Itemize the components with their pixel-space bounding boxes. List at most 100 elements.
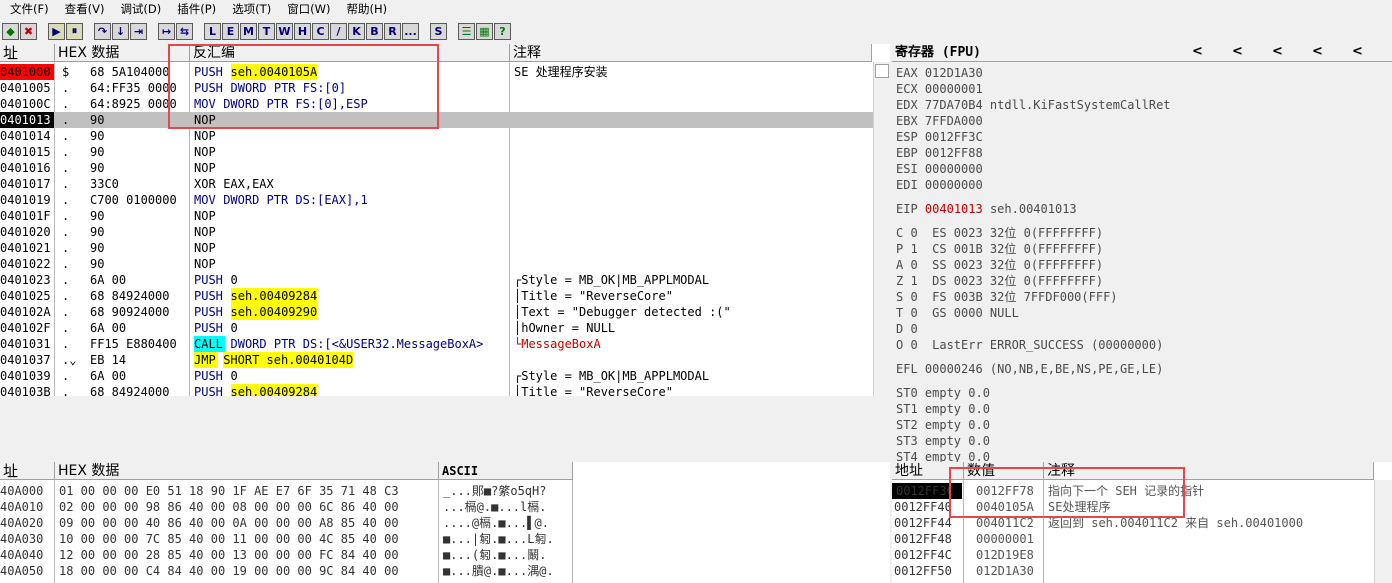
toolbar-button[interactable]: ↦ <box>158 22 175 40</box>
toolbar-button[interactable]: ? <box>494 22 511 40</box>
register-line[interactable]: EBP 0012FF88 <box>896 145 983 161</box>
fpu-line[interactable]: ST3 empty 0.0 <box>896 433 990 449</box>
disasm-col-address[interactable]: 址 <box>0 44 55 62</box>
disasm-row[interactable]: 0401017. 33C0 XOR EAX,EAX <box>0 176 873 192</box>
toolbar-button[interactable]: ▦ <box>476 22 493 40</box>
register-scroll-arrow[interactable]: < <box>1192 44 1203 59</box>
register-scroll-arrow[interactable]: < <box>1312 44 1323 59</box>
dump-row[interactable]: 40A010 02 00 00 00 98 86 40 00 08 00 00 0… <box>0 499 890 515</box>
disasm-row[interactable]: 0401021. 90 NOP <box>0 240 873 256</box>
fpu-line[interactable]: ST0 empty 0.0 <box>896 385 990 401</box>
disasm-row[interactable]: 0401031. FF15 E880400 CALL DWORD PTR DS:[<&… <box>0 336 873 352</box>
toolbar-button[interactable]: K <box>348 22 365 40</box>
dump-row[interactable]: 40A020 09 00 00 00 40 86 40 00 0A 00 00 0… <box>0 515 890 531</box>
menu-item[interactable]: 窗口(W) <box>278 1 337 17</box>
disasm-col-comment[interactable]: 注释 <box>510 44 872 62</box>
toolbar-button[interactable]: B <box>366 22 383 40</box>
disasm-row[interactable]: 0401016. 90 NOP <box>0 160 873 176</box>
disasm-row[interactable]: 040102A. 68 90924000 PUSH seh.00409290 │Text… <box>0 304 873 320</box>
toolbar-button[interactable]: / <box>330 22 347 40</box>
dump-pane[interactable]: 址 HEX 数据 ASCII 40A000 01 00 00 00 E0 51 1… <box>0 462 890 583</box>
register-line[interactable]: ESP 0012FF3C <box>896 129 983 145</box>
row-opcode: NOP <box>194 161 216 175</box>
menu-item[interactable]: 调试(D) <box>111 1 168 17</box>
disasm-row[interactable]: 0401023. 6A 00 PUSH 0 ┌Style = MB_OK|MB_APPL… <box>0 272 873 288</box>
dump-row[interactable]: 40A040 12 00 00 00 28 85 40 00 13 00 00 0… <box>0 547 890 563</box>
toolbar-button[interactable]: R <box>384 22 401 40</box>
toolbar-button[interactable]: T <box>258 22 275 40</box>
eip-line[interactable]: EIP 00401013 seh.00401013 <box>896 201 1077 217</box>
toolbar-button[interactable]: ☰ <box>458 22 475 40</box>
disasm-row[interactable]: 0401022. 90 NOP <box>0 256 873 272</box>
flag-line[interactable]: S 0 FS 003B 32位 7FFDF000(FFF) <box>896 289 1118 305</box>
disasm-row[interactable]: 0401039. 6A 00 PUSH 0 ┌Style = MB_OK|MB_APPL… <box>0 368 873 384</box>
dump-row[interactable]: 40A000 01 00 00 00 E0 51 18 90 1F AE E7 6… <box>0 483 890 499</box>
menu-item[interactable]: 查看(V) <box>56 1 112 17</box>
row-address: 040103B <box>0 385 51 396</box>
dump-row[interactable]: 40A050 18 00 00 00 C4 84 40 00 19 00 00 0… <box>0 563 890 579</box>
toolbar-button[interactable]: ▶ <box>48 22 65 40</box>
stack-row[interactable]: 0012FF4C 012D19E8 <box>892 547 1374 563</box>
toolbar-button[interactable]: H <box>294 22 311 40</box>
stack-row[interactable]: 0012FF48 00000001 <box>892 531 1374 547</box>
toolbar-button[interactable]: W <box>276 22 293 40</box>
row-hex: 6A 00 <box>90 369 127 383</box>
disasm-scroll-thumb[interactable] <box>875 64 889 78</box>
flag-line[interactable]: P 1 CS 001B 32位 0(FFFFFFFF) <box>896 241 1103 257</box>
disasm-scrollbar[interactable] <box>873 62 890 396</box>
dump-col-address[interactable]: 址 <box>0 462 55 480</box>
flag-line[interactable]: A 0 SS 0023 32位 0(FFFFFFFF) <box>896 257 1103 273</box>
disasm-row[interactable]: 0401014. 90 NOP <box>0 128 873 144</box>
fpu-line[interactable]: ST2 empty 0.0 <box>896 417 990 433</box>
register-line[interactable]: ECX 00000001 <box>896 81 983 97</box>
menu-item[interactable]: 帮助(H) <box>338 1 395 17</box>
disasm-row[interactable]: 0401020. 90 NOP <box>0 224 873 240</box>
disasm-row[interactable]: 0401037 .⌄ EB 14 JMP SHORT seh.0040104D <box>0 352 873 368</box>
toolbar-button[interactable]: C <box>312 22 329 40</box>
flag-line[interactable]: Z 1 DS 0023 32位 0(FFFFFFFF) <box>896 273 1103 289</box>
menu-item[interactable]: 文件(F) <box>0 1 56 17</box>
toolbar-button[interactable]: ... <box>402 22 419 40</box>
register-scroll-arrow[interactable]: < <box>1352 44 1363 59</box>
disasm-row[interactable]: 0401015. 90 NOP <box>0 144 873 160</box>
toolbar-button[interactable]: E <box>222 22 239 40</box>
eip-value: 00401013 <box>924 202 983 216</box>
toolbar-button[interactable]: ↷ <box>94 22 111 40</box>
menu-item[interactable]: 插件(P) <box>168 1 223 17</box>
toolbar-button[interactable]: ✖ <box>20 22 37 40</box>
toolbar-button[interactable]: ↓ <box>112 22 129 40</box>
register-line[interactable]: EDI 00000000 <box>896 177 983 193</box>
register-scroll-arrow[interactable]: < <box>1232 44 1243 59</box>
register-scroll-arrow[interactable]: < <box>1272 44 1283 59</box>
disassembly-pane[interactable]: 址 HEX 数据 反汇编 注释 0401000 $68 5A104000 PUSH s… <box>0 44 890 396</box>
flag-line[interactable]: D 0 <box>896 321 918 337</box>
toolbar-button[interactable]: M <box>240 22 257 40</box>
toolbar-button[interactable]: ⏸ <box>66 22 83 40</box>
disasm-row[interactable]: 040101F. 90 NOP <box>0 208 873 224</box>
toolbar-button[interactable]: ◆ <box>2 22 19 40</box>
menu-item[interactable]: 选项(T) <box>223 1 278 17</box>
disasm-row[interactable]: 040102F. 6A 00 PUSH 0 │hOwner = NULL <box>0 320 873 336</box>
register-line[interactable]: EDX 77DA70B4 ntdll.KiFastSystemCallRet <box>896 97 1171 113</box>
flag-line[interactable]: T 0 GS 0000 NULL <box>896 305 1019 321</box>
fpu-line[interactable]: ST1 empty 0.0 <box>896 401 990 417</box>
stack-scrollbar[interactable] <box>1374 480 1392 583</box>
disasm-row[interactable]: 040103B. 68 84924000 PUSH seh.00409284 │Titl… <box>0 384 873 396</box>
disasm-row[interactable]: 0401019. C700 0100000 MOV DWORD PTR DS:[EAX… <box>0 192 873 208</box>
toolbar-button[interactable]: S <box>430 22 447 40</box>
efl-line[interactable]: EFL 00000246 (NO,NB,E,BE,NS,PE,GE,LE) <box>896 361 1163 377</box>
dump-col-ascii[interactable]: ASCII <box>439 462 573 480</box>
flag-line[interactable]: C 0 ES 0023 32位 0(FFFFFFFF) <box>896 225 1103 241</box>
register-line[interactable]: EAX 012D1A30 <box>896 65 983 81</box>
toolbar-button[interactable]: ⇥ <box>130 22 147 40</box>
register-line[interactable]: ESI 00000000 <box>896 161 983 177</box>
flag-line[interactable]: O 0 LastErr ERROR_SUCCESS (00000000) <box>896 337 1163 353</box>
register-line[interactable]: EBX 7FFDA000 <box>896 113 983 129</box>
dump-row[interactable]: 40A030 10 00 00 00 7C 85 40 00 11 00 00 0… <box>0 531 890 547</box>
toolbar-button[interactable]: L <box>204 22 221 40</box>
dump-col-hex[interactable]: HEX 数据 <box>55 462 439 480</box>
stack-row[interactable]: 0012FF50 012D1A30 <box>892 563 1374 579</box>
row-marker: . <box>62 129 70 143</box>
disasm-row[interactable]: 0401025. 68 84924000 PUSH seh.00409284 │Titl… <box>0 288 873 304</box>
toolbar-button[interactable]: ⇆ <box>176 22 193 40</box>
